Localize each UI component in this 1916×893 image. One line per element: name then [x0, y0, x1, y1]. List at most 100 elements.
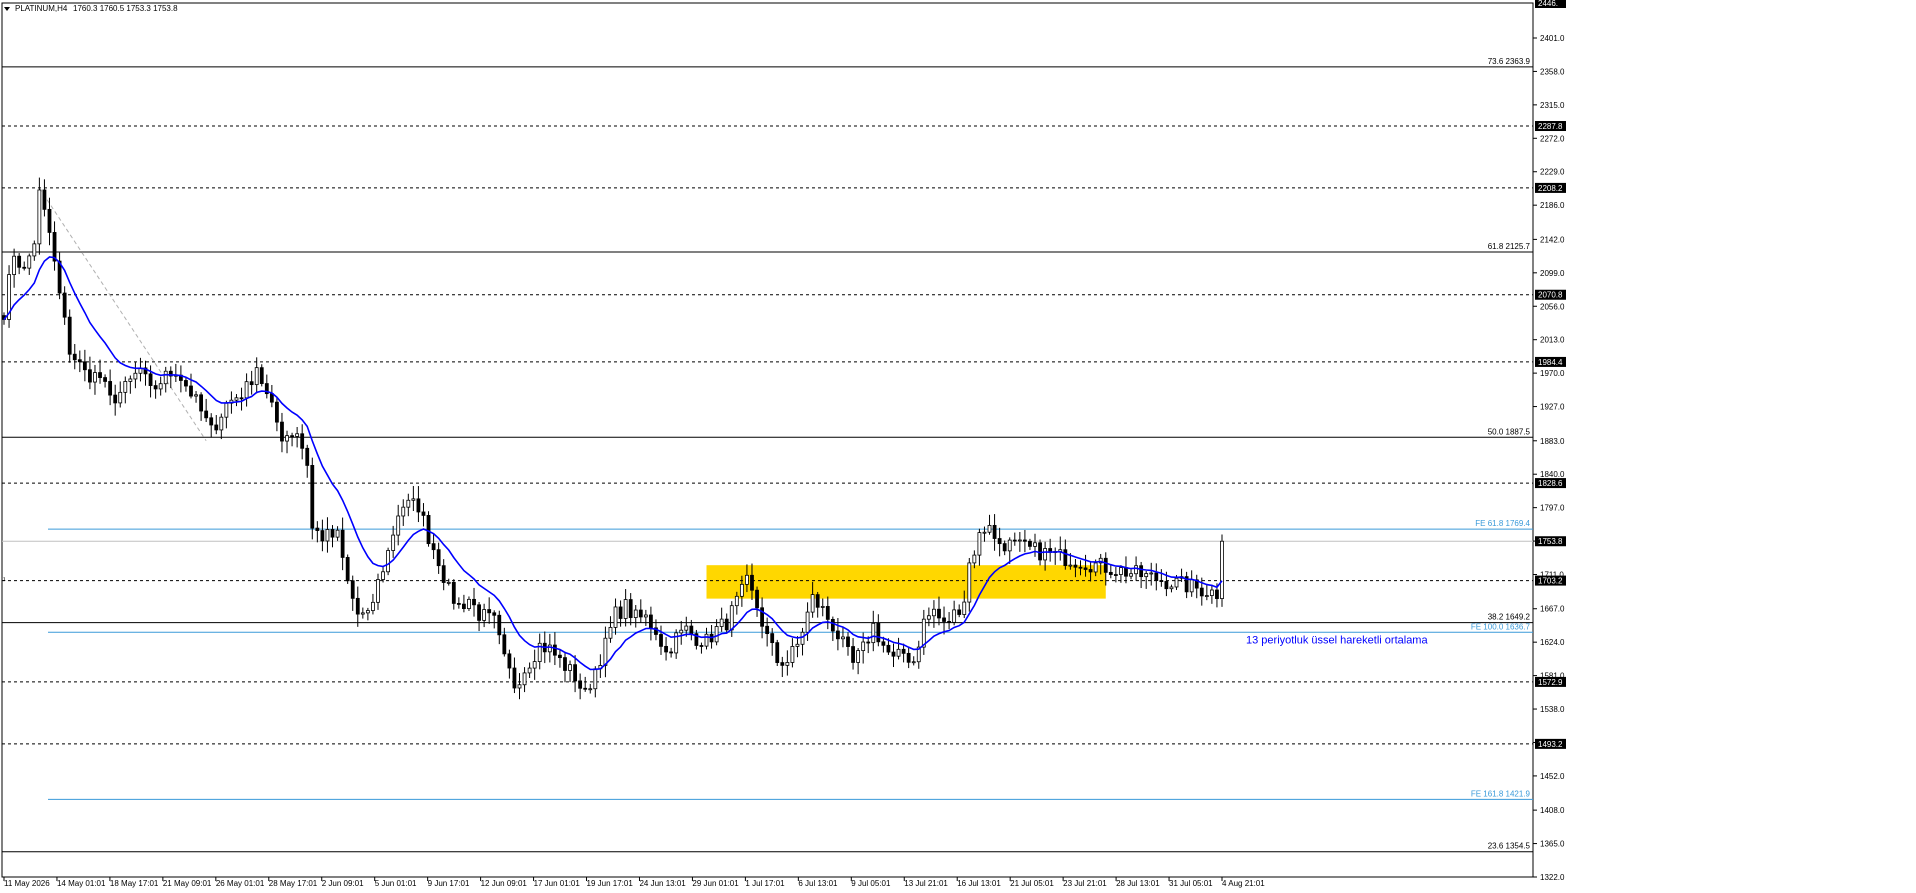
candle-body — [300, 433, 305, 449]
candle-body — [1199, 587, 1204, 597]
fib-level-label: 73.6 2363.9 — [1488, 57, 1531, 66]
candle-body — [669, 651, 674, 654]
candle-body — [876, 622, 881, 643]
candle-body — [982, 531, 987, 534]
candle-body — [391, 534, 396, 551]
candle-body — [280, 421, 284, 442]
candle-body — [1149, 572, 1154, 575]
candle-body — [1002, 543, 1007, 552]
candle-body — [330, 529, 335, 538]
candle-body — [209, 417, 214, 426]
candle-body — [497, 614, 502, 636]
candle-body — [997, 538, 1002, 545]
y-tick-label: 1667.0 — [1540, 605, 1565, 614]
candle-body — [386, 550, 390, 573]
candle-body — [952, 609, 957, 623]
candle-body — [558, 654, 562, 659]
candle-body — [1139, 565, 1144, 578]
x-tick-label: 24 Jun 13:01 — [639, 879, 686, 888]
candle-body — [911, 661, 916, 664]
price-tag-label: 1828.6 — [1538, 479, 1563, 488]
candle-body — [841, 636, 845, 640]
x-tick-label: 1 Jul 17:01 — [745, 879, 785, 888]
x-tick-label: 4 Aug 21:01 — [1222, 879, 1265, 888]
candle-body — [1154, 572, 1159, 582]
x-tick-label: 16 Jul 13:01 — [957, 879, 1001, 888]
candle-body — [1033, 542, 1037, 547]
candle-body — [664, 645, 668, 653]
candle-body — [987, 524, 992, 533]
candle-body — [254, 367, 259, 386]
candle-body — [512, 667, 517, 689]
candle-body — [684, 625, 689, 631]
candle-body — [967, 562, 972, 603]
candle-body — [1073, 564, 1078, 568]
y-tick-label: 1840.0 — [1540, 470, 1565, 479]
candle-body — [522, 672, 527, 686]
candle-body — [22, 266, 27, 269]
candle-body — [689, 625, 694, 635]
candle-body — [750, 574, 754, 591]
candle-body — [1108, 571, 1113, 575]
x-tick-label: 21 Jul 05:01 — [1010, 879, 1054, 888]
candle-body — [1113, 574, 1118, 576]
plot-frame — [1, 2, 1534, 878]
fib-level-label: 38.2 1649.2 — [1488, 613, 1531, 622]
candle-body — [517, 684, 522, 689]
candle-body — [1012, 539, 1017, 542]
y-tick-label: 1538.0 — [1540, 705, 1565, 714]
candle-body — [1103, 557, 1108, 573]
candle-body — [244, 381, 249, 399]
candle-body — [926, 615, 931, 620]
x-tick-label: 28 May 17:01 — [269, 879, 318, 888]
candle-body — [563, 657, 567, 671]
y-tick-label: 1408.0 — [1540, 806, 1565, 815]
candle-body — [72, 353, 77, 361]
y-tick-label: 2056.0 — [1540, 302, 1565, 311]
ohlc-values: 1760.3 1760.5 1753.3 1753.8 — [73, 4, 178, 13]
candle-body — [98, 372, 102, 378]
candle-body — [724, 618, 729, 631]
candle-body — [628, 599, 633, 618]
price-tag-label: 2208.2 — [1538, 184, 1563, 193]
candle-body — [406, 499, 411, 508]
candle-body — [123, 381, 128, 393]
candle-body — [815, 594, 820, 608]
price-tag-label: 1703.2 — [1538, 577, 1563, 586]
candle-body — [593, 668, 598, 690]
candle-body — [578, 680, 583, 689]
candle-body — [365, 610, 370, 614]
y-tick-label: 1883.0 — [1540, 437, 1565, 446]
candle-body — [775, 642, 780, 663]
candle-body — [376, 579, 380, 603]
candle-body — [1129, 573, 1133, 577]
y-tick-label: 1970.0 — [1540, 369, 1565, 378]
candle-body — [310, 465, 315, 529]
candle-body — [729, 605, 734, 631]
candle-body — [249, 381, 254, 386]
y-tick-label: 2358.0 — [1540, 67, 1565, 76]
y-tick-label: 2315.0 — [1540, 101, 1565, 110]
candle-body — [1144, 573, 1149, 578]
candle-body — [770, 633, 775, 644]
candle-body — [507, 653, 512, 669]
candle-body — [118, 391, 123, 404]
x-tick-label: 31 Jul 05:01 — [1169, 879, 1213, 888]
candle-body — [194, 394, 198, 397]
candle-body — [800, 631, 805, 645]
candle-body — [871, 622, 876, 644]
x-tick-label: 21 May 09:01 — [163, 879, 212, 888]
candle-body — [1169, 586, 1174, 590]
x-tick-label: 9 Jul 05:01 — [851, 879, 891, 888]
candle-body — [128, 378, 133, 382]
candle-body — [795, 643, 800, 647]
x-tick-label: 26 May 01:01 — [216, 879, 265, 888]
x-tick-label: 14 May 01:01 — [57, 879, 106, 888]
candle-body — [462, 603, 466, 609]
candle-body — [972, 554, 977, 564]
candle-body — [239, 397, 244, 400]
candle-body — [1134, 565, 1138, 575]
candle-body — [381, 571, 385, 580]
candle-body — [269, 393, 274, 403]
candle-body — [623, 599, 628, 619]
